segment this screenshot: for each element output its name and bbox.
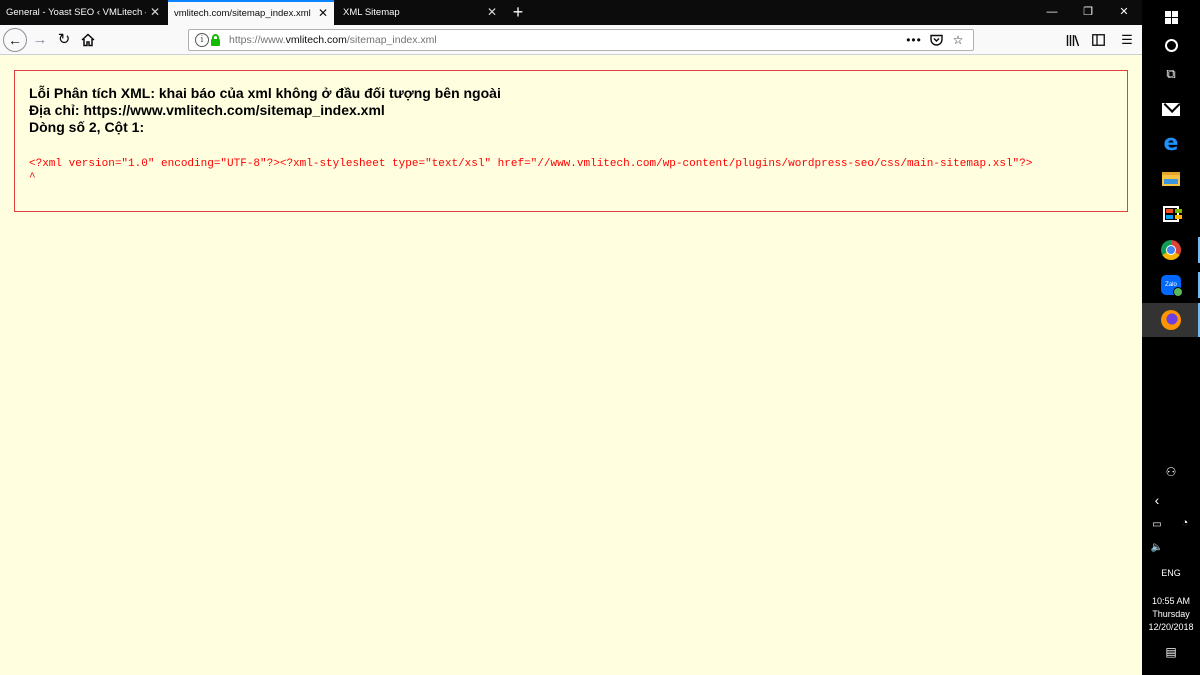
new-tab-button[interactable]: + — [508, 0, 528, 25]
close-window-button[interactable]: ✕ — [1106, 0, 1142, 25]
home-button[interactable] — [77, 29, 99, 51]
language-indicator[interactable]: ENG — [1142, 568, 1200, 578]
tab-sitemap-index[interactable]: vmlitech.com/sitemap_index.xml ✕ — [168, 0, 334, 25]
bookmark-button[interactable]: ☆ — [949, 31, 967, 49]
info-icon[interactable]: i — [195, 33, 209, 47]
taskbar-edge[interactable]: e — [1142, 127, 1200, 161]
library-icon — [1066, 35, 1080, 47]
taskbar-store[interactable] — [1142, 197, 1200, 231]
taskbar-chrome[interactable] — [1142, 233, 1200, 267]
error-line-column: Dòng số 2, Cột 1: — [29, 119, 145, 135]
xml-parse-error-box: Lỗi Phân tích XML: khai báo của xml khôn… — [14, 70, 1128, 212]
lock-body — [211, 39, 220, 46]
error-title: Lỗi Phân tích XML: khai báo của xml khôn… — [29, 85, 501, 101]
taskbar-mail[interactable] — [1142, 92, 1200, 126]
edge-icon: e — [1163, 131, 1179, 156]
error-location: Địa chỉ: https://www.vmlitech.com/sitema… — [29, 102, 385, 118]
zalo-icon: Zalo — [1161, 275, 1183, 297]
menu-button[interactable]: ☰ — [1116, 29, 1138, 51]
chevron-left-icon[interactable]: ‹ — [1128, 492, 1186, 508]
notification-center-icon[interactable]: ▤ — [1142, 645, 1200, 659]
taskbar-file-explorer[interactable] — [1142, 162, 1200, 196]
clock-date[interactable]: 12/20/2018 — [1142, 622, 1200, 632]
minimize-button[interactable]: — — [1034, 0, 1070, 25]
reload-icon: ↻ — [57, 31, 71, 48]
page-content: Lỗi Phân tích XML: khai báo của xml khôn… — [0, 56, 1142, 675]
back-button[interactable]: ← — [3, 28, 27, 52]
url-path: /sitemap_index.xml — [346, 34, 437, 46]
tab-close-icon[interactable]: ✕ — [487, 0, 497, 25]
tab-xml-sitemap[interactable]: XML Sitemap ✕ — [337, 0, 503, 25]
url-text[interactable]: https://www.vmlitech.com/sitemap_index.x… — [229, 30, 437, 50]
forward-button[interactable]: → — [29, 29, 51, 51]
windows-taskbar: ⧉ e Zalo ⚇ ‹ ▭ ◔ 🔈 ENG 10:55 AM Thursday… — [1142, 0, 1200, 675]
home-icon — [81, 33, 95, 47]
browser-window: General - Yoast SEO ‹ VMLitech — WordPre… — [0, 0, 1142, 675]
firefox-icon — [1161, 310, 1181, 330]
star-icon: ☆ — [952, 33, 964, 47]
error-caret: ^ — [29, 172, 36, 184]
pocket-button[interactable] — [927, 31, 945, 49]
arrow-left-icon: ← — [8, 32, 22, 48]
navigation-toolbar: ← → ↻ i https://www.vmlitech.com/sitemap… — [0, 25, 1142, 55]
clock-time[interactable]: 10:55 AM — [1142, 596, 1200, 606]
library-button[interactable] — [1062, 29, 1084, 51]
folder-icon — [1162, 172, 1180, 186]
tab-close-icon[interactable]: ✕ — [318, 2, 328, 25]
tab-close-icon[interactable]: ✕ — [150, 0, 160, 25]
page-actions-button[interactable]: ••• — [905, 31, 923, 49]
tab-strip: General - Yoast SEO ‹ VMLitech — WordPre… — [0, 0, 1142, 25]
lock-icon[interactable] — [211, 34, 220, 46]
tab-label: vmlitech.com/sitemap_index.xml — [174, 8, 311, 19]
windows-logo-icon — [1164, 10, 1178, 24]
arrow-right-icon: → — [32, 31, 48, 48]
window-controls: — ❐ ✕ — [1034, 0, 1142, 25]
mail-icon — [1162, 102, 1180, 116]
clock-day[interactable]: Thursday — [1142, 609, 1200, 619]
url-bar[interactable]: i https://www.vmlitech.com/sitemap_index… — [188, 29, 974, 51]
people-icon[interactable]: ⚇ — [1142, 465, 1200, 479]
taskbar-zalo[interactable]: Zalo — [1142, 268, 1200, 302]
tab-label: XML Sitemap — [343, 7, 400, 18]
pocket-icon — [929, 34, 943, 46]
task-view-button[interactable]: ⧉ — [1142, 57, 1200, 91]
store-icon — [1163, 206, 1182, 222]
tab-yoast-general[interactable]: General - Yoast SEO ‹ VMLitech — WordPre… — [0, 0, 166, 25]
taskbar-firefox[interactable] — [1142, 303, 1200, 337]
url-prefix: https://www. — [229, 34, 286, 46]
hamburger-menu-icon: ☰ — [1121, 32, 1133, 47]
error-heading: Lỗi Phân tích XML: khai báo của xml khôn… — [29, 85, 501, 136]
sidebar-button[interactable] — [1087, 29, 1109, 51]
url-host: vmlitech.com — [285, 34, 347, 46]
task-view-icon: ⧉ — [1166, 66, 1176, 81]
tab-label: General - Yoast SEO ‹ VMLitech — WordPre… — [6, 7, 146, 18]
sidebar-icon — [1091, 34, 1105, 46]
volume-icon[interactable]: 🔈 — [1128, 542, 1186, 553]
cortana-icon — [1164, 38, 1178, 52]
error-source-text: <?xml version="1.0" encoding="UTF-8"?><?… — [29, 158, 1033, 170]
maximize-button[interactable]: ❐ — [1070, 0, 1106, 25]
wifi-icon[interactable]: ◔ — [1156, 517, 1200, 529]
chrome-icon — [1161, 240, 1181, 260]
reload-button[interactable]: ↻ — [53, 29, 75, 51]
